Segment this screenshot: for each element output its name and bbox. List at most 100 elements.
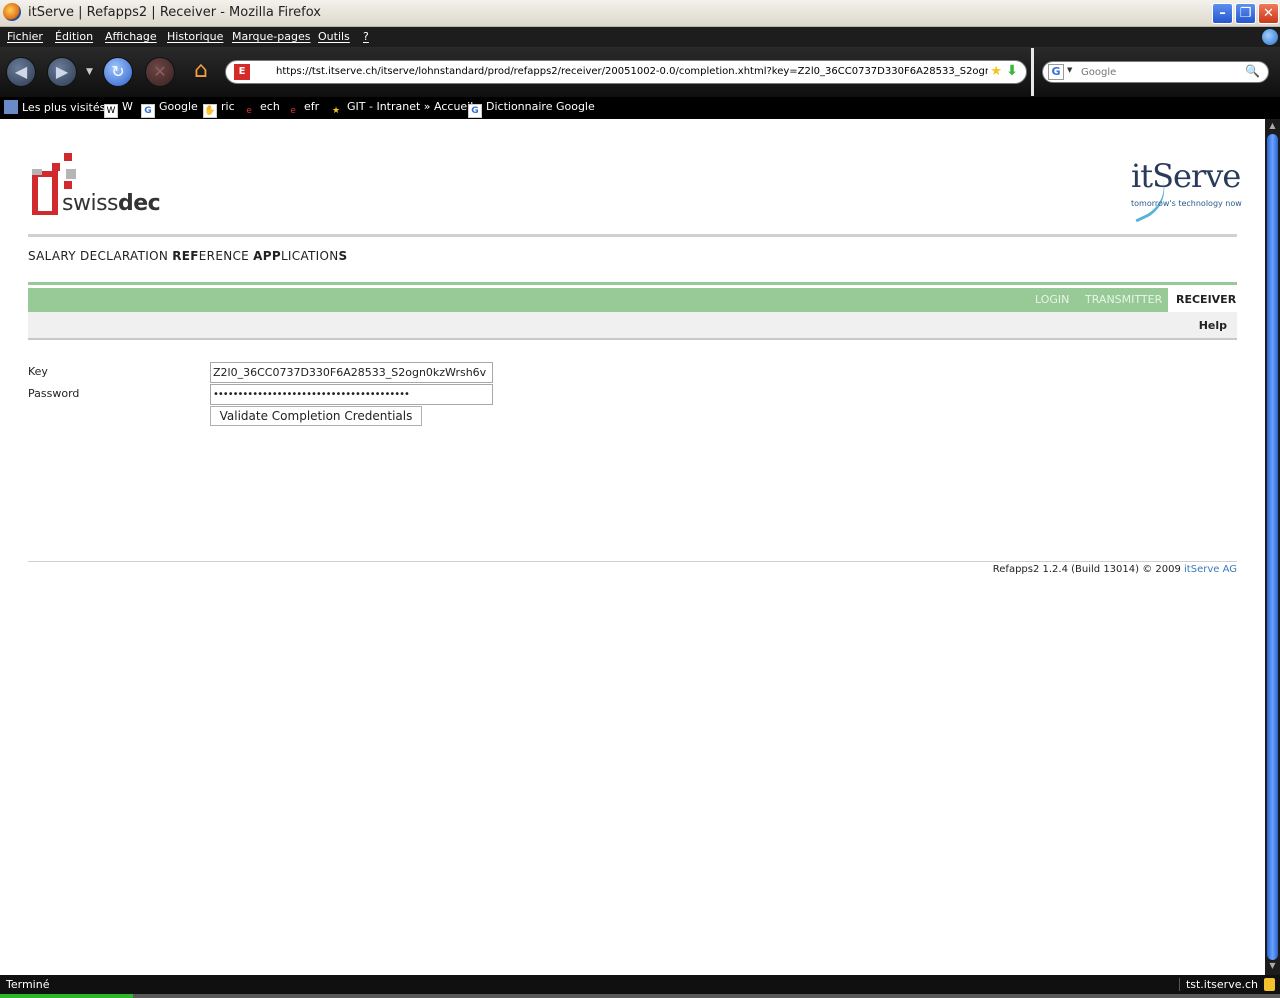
page-content: swissdec itServe tomorrow's technology n… [0,119,1265,975]
status-domain[interactable]: tst.itserve.ch [1178,978,1258,991]
menu-outils[interactable]: Outils [318,30,350,43]
efr-icon: e [286,104,300,118]
scroll-up-icon[interactable]: ▲ [1267,121,1278,133]
validate-completion-credentials-button[interactable]: Validate Completion Credentials [210,406,422,426]
bookmark-label: W [122,100,133,113]
google-icon: G [141,104,155,118]
toolbar-separator [1031,48,1034,96]
header-divider [28,234,1237,237]
scroll-down-icon[interactable]: ▼ [1267,961,1278,973]
title-part: SALARY DECLARATION [28,249,173,263]
globe-icon[interactable] [1262,29,1278,45]
logo-block [38,177,52,211]
logo-word-bold: dec [118,191,161,216]
address-bar[interactable]: E https://tst.itserve.ch/itserve/lohnsta… [225,60,1027,84]
window-title: itServe | Refapps2 | Receiver - Mozilla … [28,5,321,20]
key-field[interactable] [210,362,493,383]
swissdec-logo: swissdec [30,151,161,219]
home-button[interactable]: ⌂ [186,57,216,87]
history-dropdown-icon[interactable]: ▼ [86,67,93,77]
bookmark-label: efr [304,100,320,113]
star-icon: ★ [329,104,343,118]
maximize-button[interactable]: ❐ [1235,3,1256,24]
search-icon[interactable]: 🔍 [1245,64,1260,78]
bookmark-label: GIT - Intranet » Accueil [347,100,474,113]
lock-icon[interactable] [1264,978,1275,991]
title-part: APP [253,249,281,263]
title-part: REF [172,249,199,263]
bookmark-ric[interactable]: ✋ ric [203,100,235,118]
logo-block [64,153,72,161]
title-part: LICATION [280,249,339,263]
logo-block [64,181,72,189]
taskbar-progress [0,994,133,998]
menu-help[interactable]: ? [363,30,369,43]
key-label: Key [28,365,48,378]
itserve-tagline: tomorrow's technology now [1131,199,1242,208]
bookmark-dictionnaire-google[interactable]: G Dictionnaire Google [468,100,595,118]
bookmark-w[interactable]: WW [104,100,133,118]
menu-historique[interactable]: Historique [167,30,223,43]
firefox-icon [3,3,21,21]
google-icon: G [468,104,482,118]
tab-transmitter[interactable]: TRANSMITTER [1085,293,1162,306]
menu-bar: Fichier Édition Affichage Historique Mar… [0,27,1280,47]
password-field[interactable] [210,384,493,405]
reload-button[interactable]: ↻ [103,57,133,87]
logo-block [32,169,42,175]
tab-receiver[interactable]: RECEIVER [1168,288,1245,312]
most-visited-icon [4,100,18,114]
menu-marque-pages[interactable]: Marque-pages [232,30,310,43]
bookmark-les-plus-visites[interactable]: Les plus visités [4,100,105,114]
sub-navigation: Help [28,312,1237,340]
password-label: Password [28,387,80,400]
back-button[interactable]: ◀ [6,57,36,87]
search-bar[interactable]: G ▼ 🔍 [1042,61,1269,83]
bookmark-git-intranet[interactable]: ★ GIT - Intranet » Accueil [329,100,473,118]
itserve-ag-link[interactable]: itServe AG [1184,564,1237,575]
ech-icon: e [242,104,256,118]
bookmark-ech[interactable]: e ech [242,100,280,118]
stop-button[interactable]: ✕ [145,57,175,87]
tabbar-top-line [28,282,1237,285]
logo-block [52,163,60,171]
bookmark-google[interactable]: G Google [141,100,198,118]
go-arrow-icon[interactable]: ⬇ [1006,63,1018,79]
menu-fichier[interactable]: Fichier [7,30,43,43]
menu-affichage[interactable]: Affichage [105,30,157,43]
footer: Refapps2 1.2.4 (Build 13014) © 2009 itSe… [993,564,1237,575]
bookmark-label: ech [260,100,280,113]
title-part: ERENCE [198,249,254,263]
app-title: SALARY DECLARATION REFERENCE APPLICATION… [28,249,347,263]
bookmarks-toolbar: Les plus visités WW G Google ✋ ric e ech ee… [0,97,1280,119]
wikipedia-icon: W [104,104,118,118]
scrollbar-thumb[interactable] [1267,134,1278,960]
footer-divider [28,561,1237,562]
title-part: S [338,249,348,263]
status-text: Terminé [6,978,50,991]
taskbar-strip [0,994,1280,998]
ric-icon: ✋ [203,104,217,118]
window-titlebar: itServe | Refapps2 | Receiver - Mozilla … [0,0,1280,27]
vertical-scrollbar[interactable]: ▲ ▼ [1265,119,1280,975]
google-icon[interactable]: G [1048,64,1064,80]
logo-block [66,169,76,179]
tab-login[interactable]: LOGIN [1035,293,1069,306]
menu-edition[interactable]: Édition [55,30,93,43]
main-tabbar: LOGIN TRANSMITTER RECEIVER [28,288,1245,312]
minimize-button[interactable]: – [1212,3,1233,24]
chevron-down-icon[interactable]: ▼ [1067,66,1072,74]
bookmark-efr[interactable]: e efr [286,100,319,118]
footer-text: Refapps2 1.2.4 (Build 13014) © 2009 [992,564,1185,575]
close-window-button[interactable]: ✕ [1258,3,1279,24]
bookmark-label: ric [221,100,235,113]
bookmark-label: Dictionnaire Google [486,100,595,113]
bookmark-label: Les plus visités [22,101,106,114]
bookmark-star-icon[interactable]: ★ [990,64,1002,79]
forward-button[interactable]: ▶ [47,57,77,87]
site-favicon-icon[interactable]: E [234,64,250,80]
help-link[interactable]: Help [1199,319,1227,332]
url-text[interactable]: https://tst.itserve.ch/itserve/lohnstand… [276,66,988,77]
search-input[interactable] [1081,65,1241,80]
itserve-logo: itServe tomorrow's technology now [1123,141,1242,223]
